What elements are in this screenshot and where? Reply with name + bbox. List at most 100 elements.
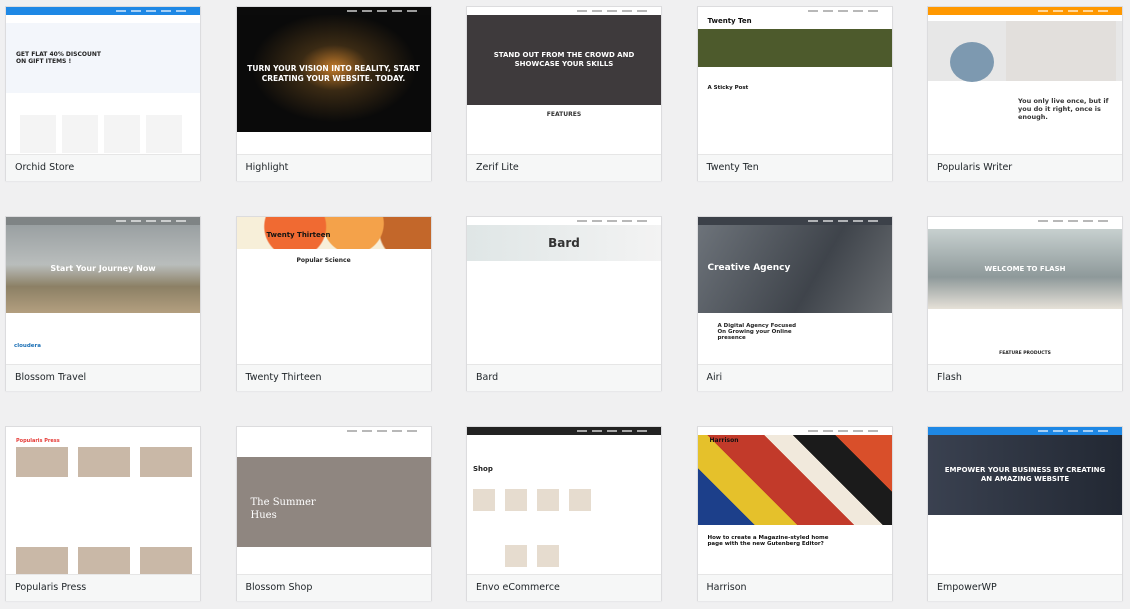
theme-screenshot[interactable]: Twenty Thirteen Popular Science	[236, 217, 431, 364]
preview-subtext: A Digital Agency Focused On Growing your…	[717, 323, 797, 341]
preview-product	[505, 545, 527, 567]
preview-headline: GET FLAT 40% DISCOUNT ON GIFT ITEMS !	[16, 50, 101, 66]
theme-name[interactable]: Twenty Thirteen	[236, 364, 431, 391]
preview-hero: Creative Agency	[697, 225, 892, 313]
theme-name[interactable]: Blossom Shop	[236, 574, 431, 601]
preview-hero: Bard	[467, 225, 661, 261]
preview-headline: The Summer Hues	[250, 497, 316, 521]
theme-card[interactable]: The Summer Hues Blossom Shop	[235, 426, 432, 601]
preview-hero: EMPOWER YOUR BUSINESS BY CREATING AN AMA…	[928, 435, 1122, 515]
theme-card[interactable]: WELCOME TO FLASH FEATURE PRODUCTS Flash	[927, 216, 1123, 391]
preview-headline: Bard	[548, 235, 580, 250]
theme-card[interactable]: Start Your Journey Now cloudera Blossom Tr…	[5, 216, 201, 391]
theme-card[interactable]: Bard FLOWERS & DECORATIONS Bard	[466, 216, 662, 391]
preview-nav-bar	[928, 7, 1122, 15]
preview-subtext: How to create a Magazine-styled home pag…	[707, 535, 829, 547]
preview-avatar	[950, 42, 994, 82]
preview-subtext: FLOWERS & DECORATIONS	[530, 309, 598, 314]
preview-headline: EMPOWER YOUR BUSINESS BY CREATING AN AMA…	[944, 466, 1106, 483]
theme-name[interactable]: Flash	[928, 364, 1122, 391]
theme-screenshot[interactable]: Start Your Journey Now cloudera	[6, 217, 200, 364]
preview-image	[140, 447, 192, 477]
theme-name[interactable]: EmpowerWP	[928, 574, 1122, 601]
preview-product	[146, 115, 182, 153]
theme-screenshot[interactable]: Popularis Press	[6, 427, 200, 574]
theme-screenshot[interactable]: Shop	[467, 427, 661, 574]
theme-card[interactable]: Popularis Press Popularis Press	[5, 426, 201, 601]
preview-product	[62, 115, 98, 153]
theme-card[interactable]: You only live once, but if you do it rig…	[927, 6, 1123, 181]
theme-name[interactable]: Highlight	[236, 154, 431, 181]
preview-headline: WELCOME TO FLASH	[984, 264, 1066, 273]
preview-nav-bar	[236, 427, 431, 435]
preview-subtext: FEATURE PRODUCTS	[999, 351, 1051, 356]
preview-product	[537, 545, 559, 567]
theme-screenshot[interactable]: The Summer Hues	[236, 427, 431, 574]
theme-card[interactable]: Shop Envo eCommerce	[466, 426, 662, 601]
preview-nav-bar	[467, 217, 661, 225]
preview-product	[505, 489, 527, 511]
theme-screenshot[interactable]: Bard FLOWERS & DECORATIONS	[467, 217, 661, 364]
theme-name[interactable]: Orchid Store	[6, 154, 200, 181]
preview-nav-bar	[697, 217, 892, 225]
theme-card[interactable]: Twenty Thirteen Popular Science Twenty Thi…	[235, 216, 432, 391]
theme-name[interactable]: Blossom Travel	[6, 364, 200, 391]
theme-name[interactable]: Harrison	[697, 574, 892, 601]
preview-nav-bar	[697, 427, 892, 435]
preview-headline: Creative Agency	[707, 263, 791, 274]
theme-name[interactable]: Popularis Press	[6, 574, 200, 601]
preview-product	[20, 115, 56, 153]
preview-nav-bar	[928, 427, 1122, 435]
preview-image	[140, 547, 192, 574]
theme-card[interactable]: Twenty Ten A Sticky Post Twenty Ten	[696, 6, 893, 181]
preview-nav-bar	[467, 7, 661, 15]
preview-hero: WELCOME TO FLASH	[928, 229, 1122, 309]
preview-hero: STAND OUT FROM THE CROWD AND SHOWCASE YO…	[467, 15, 661, 105]
preview-nav-bar	[236, 7, 431, 15]
preview-hero	[697, 435, 892, 525]
preview-product	[537, 489, 559, 511]
preview-image	[16, 547, 68, 574]
preview-headline: Shop	[473, 465, 493, 473]
theme-name[interactable]: Zerif Lite	[467, 154, 661, 181]
theme-screenshot[interactable]: Harrison How to create a Magazine-styled …	[697, 427, 892, 574]
theme-screenshot[interactable]: WELCOME TO FLASH FEATURE PRODUCTS	[928, 217, 1122, 364]
preview-hero: GET FLAT 40% DISCOUNT ON GIFT ITEMS !	[6, 23, 200, 93]
preview-image	[16, 447, 68, 477]
theme-screenshot[interactable]: EMPOWER YOUR BUSINESS BY CREATING AN AMA…	[928, 427, 1122, 574]
theme-name[interactable]: Envo eCommerce	[467, 574, 661, 601]
theme-card[interactable]: EMPOWER YOUR BUSINESS BY CREATING AN AMA…	[927, 426, 1123, 601]
theme-screenshot[interactable]: GET FLAT 40% DISCOUNT ON GIFT ITEMS !	[6, 7, 200, 154]
preview-product	[569, 489, 591, 511]
theme-card[interactable]: Creative Agency A Digital Agency Focused …	[696, 216, 893, 391]
theme-name[interactable]: Bard	[467, 364, 661, 391]
preview-headline: STAND OUT FROM THE CROWD AND SHOWCASE YO…	[493, 51, 635, 68]
theme-card[interactable]: TURN YOUR VISION INTO REALITY, START CRE…	[235, 6, 432, 181]
theme-card[interactable]: GET FLAT 40% DISCOUNT ON GIFT ITEMS ! Orc…	[5, 6, 201, 181]
theme-name[interactable]: Airi	[697, 364, 892, 391]
theme-card[interactable]: Harrison How to create a Magazine-styled …	[696, 426, 893, 601]
theme-screenshot[interactable]: TURN YOUR VISION INTO REALITY, START CRE…	[236, 7, 431, 154]
preview-image	[1006, 21, 1116, 81]
preview-headline: Twenty Thirteen	[266, 231, 331, 239]
preview-subtext: cloudera	[14, 343, 41, 349]
preview-nav-bar	[697, 7, 892, 15]
theme-name[interactable]: Popularis Writer	[928, 154, 1122, 181]
preview-nav-bar	[467, 427, 661, 435]
preview-image	[78, 447, 130, 477]
preview-hero: Start Your Journey Now	[6, 225, 200, 313]
preview-hero	[697, 29, 892, 67]
preview-headline: Harrison	[709, 437, 739, 444]
preview-nav-bar	[6, 217, 200, 225]
theme-screenshot[interactable]: You only live once, but if you do it rig…	[928, 7, 1122, 154]
preview-headline: Twenty Ten	[707, 17, 752, 25]
preview-product	[104, 115, 140, 153]
theme-screenshot[interactable]: Creative Agency A Digital Agency Focused …	[697, 217, 892, 364]
preview-subtext: FEATURES	[546, 111, 582, 118]
theme-screenshot[interactable]: STAND OUT FROM THE CROWD AND SHOWCASE YO…	[467, 7, 661, 154]
preview-hero	[6, 427, 200, 437]
theme-name[interactable]: Twenty Ten	[697, 154, 892, 181]
theme-card[interactable]: STAND OUT FROM THE CROWD AND SHOWCASE YO…	[466, 6, 662, 181]
preview-headline: Start Your Journey Now	[50, 264, 156, 273]
theme-screenshot[interactable]: Twenty Ten A Sticky Post	[697, 7, 892, 154]
